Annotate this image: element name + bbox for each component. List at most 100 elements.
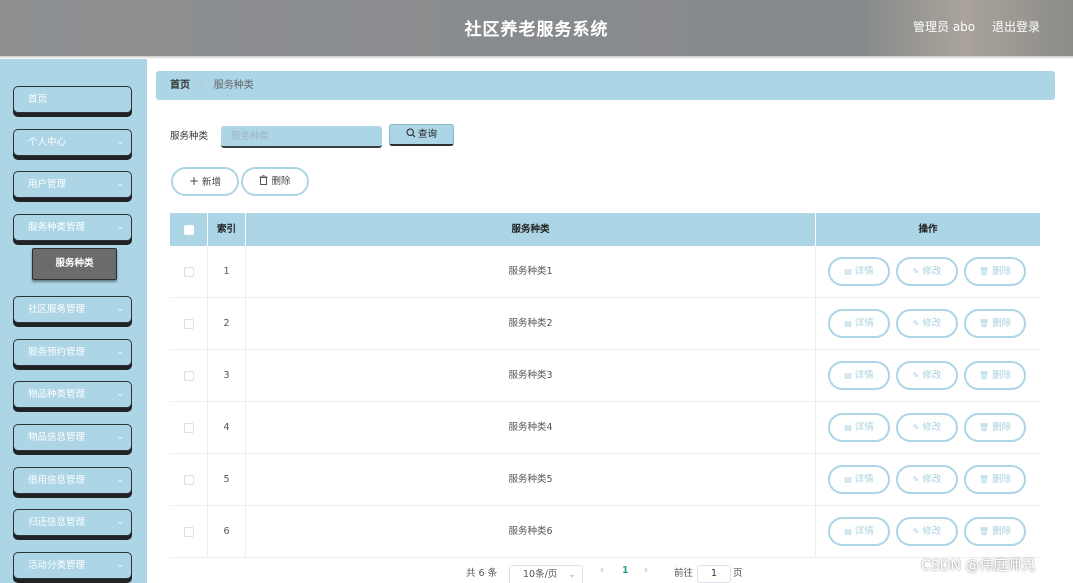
sidebar-item[interactable]: 服务预约管理 ⌄ <box>13 339 132 366</box>
row-detail-button[interactable]: ▤ 详情 <box>828 413 890 442</box>
row-edit-label: 修改 <box>922 526 942 537</box>
bulk-delete-button[interactable]: 删除 <box>241 167 309 196</box>
row-service-type: 服务种类5 <box>246 454 816 505</box>
select-all-cell <box>170 213 208 246</box>
sidebar-item[interactable]: 首页 <box>13 86 132 113</box>
breadcrumb-current: 服务种类 <box>213 80 254 91</box>
goto-label: 前往 <box>674 568 694 579</box>
goto-page-input[interactable]: 1 <box>697 565 731 583</box>
logout-link[interactable]: 退出登录 <box>992 18 1040 35</box>
page-suffix: 页 <box>733 568 743 579</box>
row-edit-label: 修改 <box>922 318 942 329</box>
sidebar-item[interactable]: 活动分类管理 ⌄ <box>13 552 132 579</box>
breadcrumb-home[interactable]: 首页 <box>170 80 190 91</box>
current-user: 管理员 abo <box>913 20 976 34</box>
pencil-icon: ✎ <box>912 319 920 328</box>
sidebar-item[interactable]: 个人中心 ⌄ <box>13 129 132 156</box>
sidebar-item[interactable]: 借用信息管理 ⌄ <box>13 467 132 494</box>
sidebar-item[interactable]: 社区服务管理 ⌄ <box>13 296 132 323</box>
row-edit-button[interactable]: ✎ 修改 <box>896 517 958 546</box>
row-delete-button[interactable]: 🗑 删除 <box>964 361 1026 390</box>
table-row: 5 服务种类5 ▤ 详情 ✎ 修改 🗑 删除 <box>170 454 1040 506</box>
search-button[interactable]: 查询 <box>389 124 454 146</box>
trash-icon: 🗑 <box>978 371 990 380</box>
row-edit-button[interactable]: ✎ 修改 <box>896 309 958 338</box>
document-icon: ▤ <box>844 371 852 380</box>
chevron-down-icon: ⌄ <box>116 389 124 399</box>
row-edit-button[interactable]: ✎ 修改 <box>896 413 958 442</box>
sidebar-item[interactable]: 归还信息管理 ⌄ <box>13 509 132 536</box>
breadcrumb-separator: / <box>200 80 204 91</box>
pencil-icon: ✎ <box>912 475 920 484</box>
row-select-cell <box>170 402 208 453</box>
row-delete-button[interactable]: 🗑 删除 <box>964 257 1026 286</box>
row-select-cell <box>170 350 208 401</box>
trash-icon: 🗑 <box>978 319 990 328</box>
pencil-icon: ✎ <box>912 527 920 536</box>
row-delete-button[interactable]: 🗑 删除 <box>964 517 1026 546</box>
row-delete-label: 删除 <box>992 370 1012 381</box>
row-checkbox[interactable] <box>183 318 194 329</box>
select-all-checkbox[interactable] <box>183 224 194 235</box>
chevron-down-icon: ⌄ <box>116 222 124 232</box>
row-detail-button[interactable]: ▤ 详情 <box>828 517 890 546</box>
pencil-icon: ✎ <box>912 267 920 276</box>
sidebar-item-label: 首页 <box>28 94 48 105</box>
row-select-cell <box>170 246 208 297</box>
trash-icon <box>259 175 268 185</box>
row-edit-button[interactable]: ✎ 修改 <box>896 361 958 390</box>
row-service-type: 服务种类3 <box>246 350 816 401</box>
page-number-current[interactable]: 1 <box>622 565 629 576</box>
page-size-select[interactable]: 10条/页 ⌄ <box>509 565 583 583</box>
row-checkbox[interactable] <box>183 422 194 433</box>
row-select-cell <box>170 298 208 349</box>
row-checkbox[interactable] <box>183 266 194 277</box>
sidebar-item-label: 物品信息管理 <box>28 432 86 443</box>
chevron-down-icon: ⌄ <box>116 475 124 485</box>
row-detail-button[interactable]: ▤ 详情 <box>828 257 890 286</box>
sidebar-item[interactable]: 用户管理 ⌄ <box>13 171 132 198</box>
column-header-service-type: 服务种类 <box>246 213 816 246</box>
row-checkbox[interactable] <box>183 474 194 485</box>
row-delete-button[interactable]: 🗑 删除 <box>964 413 1026 442</box>
row-index: 3 <box>208 350 246 401</box>
document-icon: ▤ <box>844 475 852 484</box>
search-label: 服务种类 <box>170 131 209 142</box>
row-delete-button[interactable]: 🗑 删除 <box>964 309 1026 338</box>
row-checkbox[interactable] <box>183 526 194 537</box>
pagination-total: 共 6 条 <box>466 568 498 579</box>
add-button[interactable]: + 新增 <box>171 167 239 196</box>
row-index: 6 <box>208 506 246 557</box>
table-row: 4 服务种类4 ▤ 详情 ✎ 修改 🗑 删除 <box>170 402 1040 454</box>
prev-page-icon[interactable]: ‹ <box>600 565 604 576</box>
sidebar-item-label: 活动分类管理 <box>28 560 86 571</box>
row-index: 5 <box>208 454 246 505</box>
sidebar-item-label: 归还信息管理 <box>28 517 86 528</box>
row-delete-label: 删除 <box>992 422 1012 433</box>
document-icon: ▤ <box>844 423 852 432</box>
row-index: 2 <box>208 298 246 349</box>
table-row: 6 服务种类6 ▤ 详情 ✎ 修改 🗑 删除 <box>170 506 1040 558</box>
table-row: 2 服务种类2 ▤ 详情 ✎ 修改 🗑 删除 <box>170 298 1040 350</box>
row-edit-button[interactable]: ✎ 修改 <box>896 465 958 494</box>
row-delete-label: 删除 <box>992 474 1012 485</box>
row-delete-button[interactable]: 🗑 删除 <box>964 465 1026 494</box>
chevron-down-icon: ⌄ <box>116 179 124 189</box>
row-detail-button[interactable]: ▤ 详情 <box>828 465 890 494</box>
sidebar-item[interactable]: 物品种类管理 ⌄ <box>13 381 132 408</box>
search-input[interactable] <box>221 126 382 148</box>
row-edit-button[interactable]: ✎ 修改 <box>896 257 958 286</box>
row-index: 1 <box>208 246 246 297</box>
sidebar-item[interactable]: 物品信息管理 ⌄ <box>13 424 132 451</box>
row-checkbox[interactable] <box>183 370 194 381</box>
table-header: 索引 服务种类 操作 <box>170 213 1040 246</box>
row-detail-button[interactable]: ▤ 详情 <box>828 309 890 338</box>
row-detail-label: 详情 <box>854 474 874 485</box>
next-page-icon[interactable]: › <box>644 565 648 576</box>
sidebar-subitem-service-type[interactable]: 服务种类 <box>32 248 117 280</box>
chevron-down-icon: ⌄ <box>568 569 576 580</box>
row-service-type: 服务种类4 <box>246 402 816 453</box>
row-detail-button[interactable]: ▤ 详情 <box>828 361 890 390</box>
sidebar-item[interactable]: 服务种类管理 ⌄ <box>13 214 132 241</box>
row-select-cell <box>170 506 208 557</box>
